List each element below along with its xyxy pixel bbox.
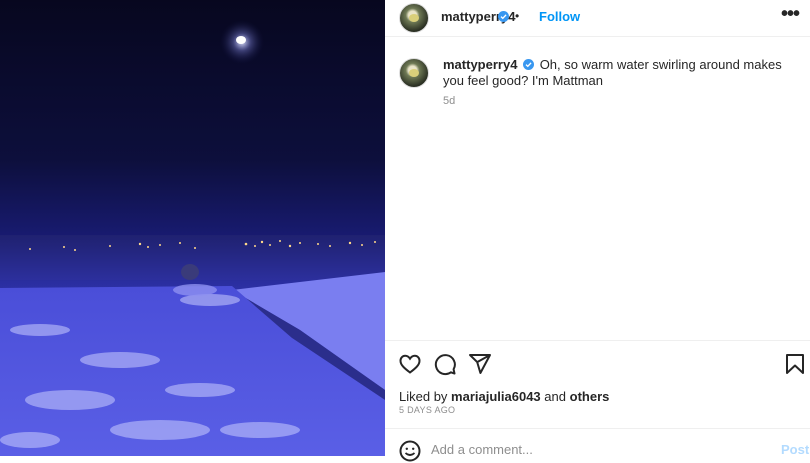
caption-time[interactable]: 5d: [443, 95, 455, 107]
avatar[interactable]: [399, 3, 429, 33]
emoji-icon[interactable]: [398, 439, 422, 463]
separator-dot: •: [515, 9, 520, 23]
hot-tub-night-scene: [0, 20, 385, 456]
more-options-icon[interactable]: •••: [781, 3, 800, 26]
likes-connector: and: [544, 389, 566, 404]
likes-others[interactable]: others: [570, 389, 610, 404]
likes-user[interactable]: mariajulia6043: [451, 389, 541, 404]
post-comment-button[interactable]: Post: [781, 442, 809, 457]
verified-badge-icon: [523, 59, 535, 70]
caption-avatar[interactable]: [399, 58, 429, 88]
post-photo[interactable]: [0, 0, 385, 456]
share-icon[interactable]: [468, 352, 492, 376]
caption-username[interactable]: mattyperry4: [443, 57, 517, 72]
post-header: mattyperry4 • Follow •••: [385, 0, 810, 37]
caption: mattyperry4 Oh, so warm water swirling a…: [443, 57, 788, 89]
comment-icon[interactable]: [433, 352, 457, 376]
comment-input[interactable]: [431, 442, 731, 457]
post-date[interactable]: 5 DAYS AGO: [399, 405, 455, 415]
post-panel: mattyperry4 • Follow ••• mattyperry4 Oh,…: [385, 0, 810, 462]
bookmark-icon[interactable]: [783, 352, 807, 376]
heart-icon[interactable]: [398, 352, 422, 376]
likes-prefix: Liked by: [399, 389, 448, 404]
follow-button[interactable]: Follow: [539, 9, 580, 24]
likes-summary: Liked by mariajulia6043 and others: [399, 389, 609, 404]
action-bar: [385, 340, 810, 386]
verified-badge-icon: [498, 11, 509, 22]
comment-bar: Post: [385, 428, 810, 462]
